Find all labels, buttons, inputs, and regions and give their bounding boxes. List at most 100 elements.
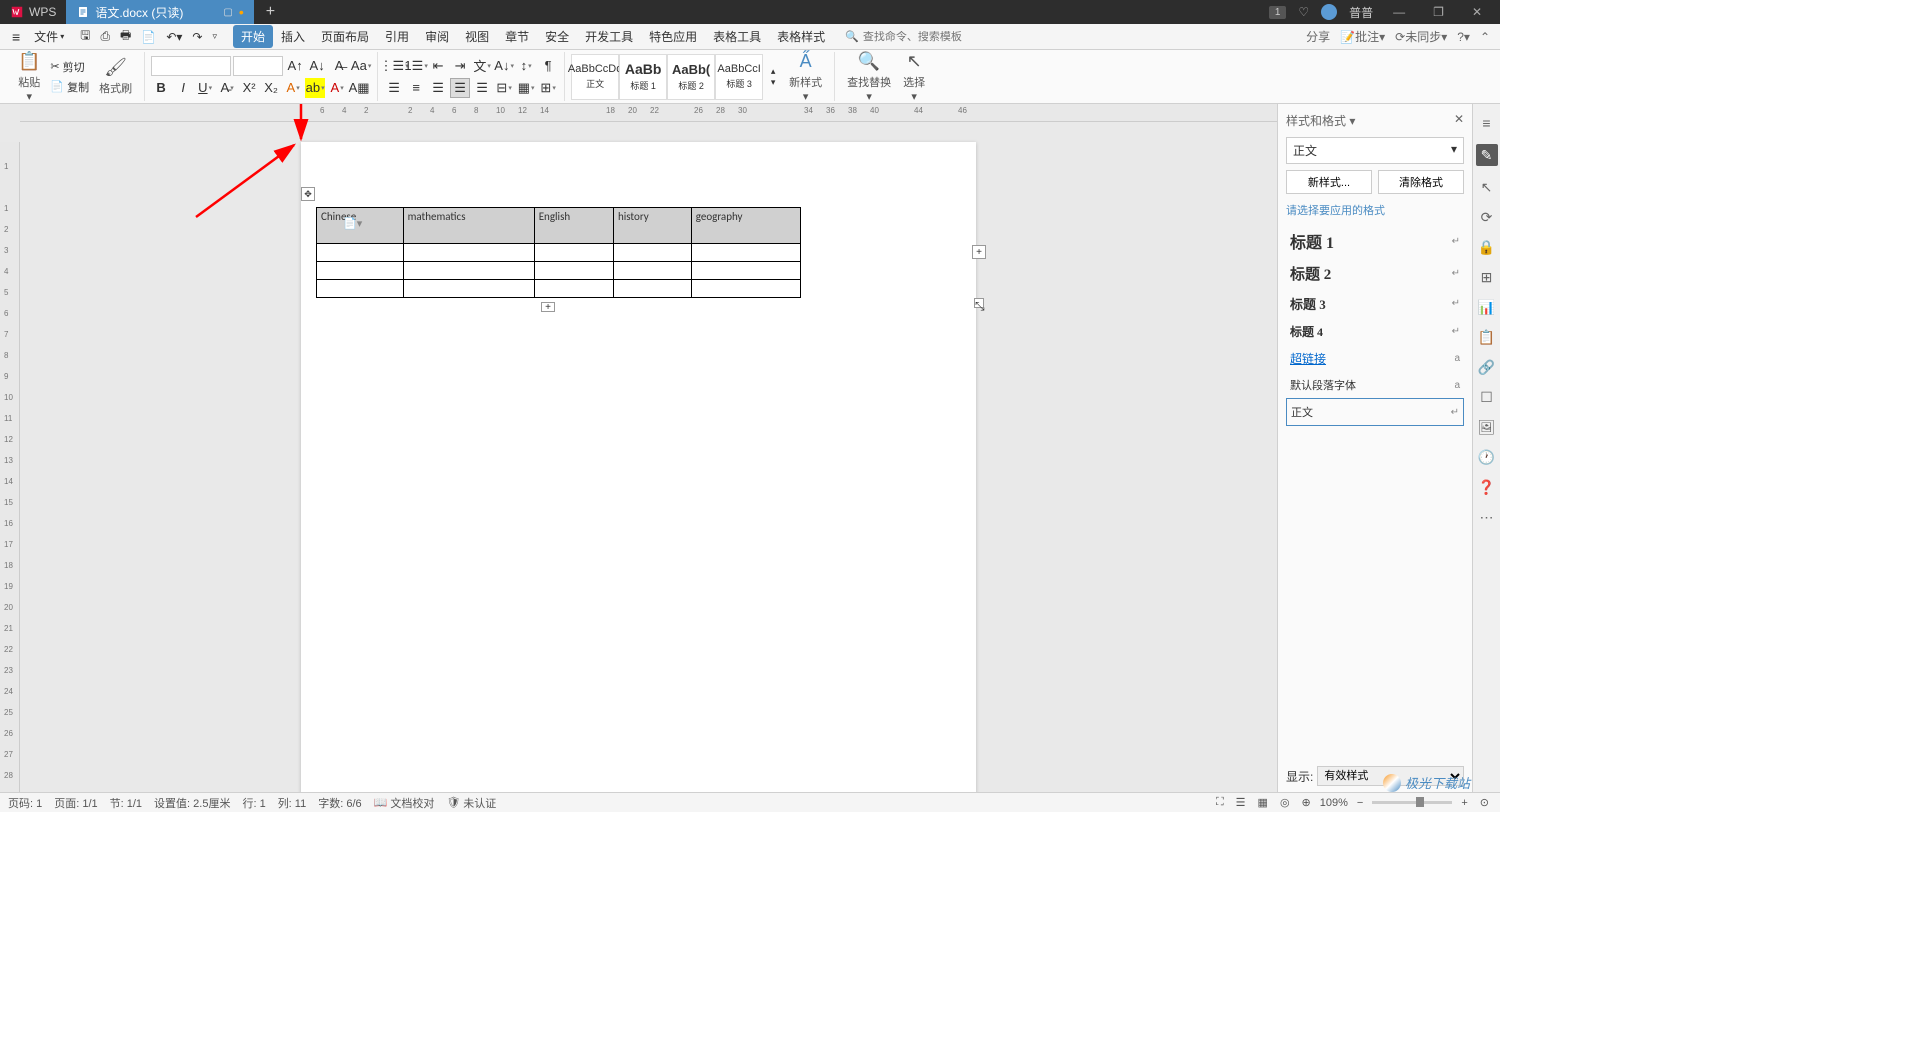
change-case-icon[interactable]: Aa [351,56,371,76]
strip-more-icon[interactable]: ⋯ [1478,508,1496,526]
strip-grid-icon[interactable]: ⊞ [1478,268,1496,286]
style-list-hyperlink[interactable]: 超链接a [1286,345,1464,372]
menu-table-styles[interactable]: 表格样式 [769,25,833,48]
undo-icon[interactable]: ↶▾ [162,24,186,49]
zoom-in-icon[interactable]: + [1458,797,1470,809]
view-read-icon[interactable]: ⊕ [1299,796,1314,809]
align-left-icon[interactable]: ☰ [384,78,404,98]
style-list-h4[interactable]: 标题 4↵ [1286,318,1464,345]
format-painter-button[interactable]: 🖌格式刷 [93,55,138,98]
shrink-font-icon[interactable]: A↓ [307,56,327,76]
new-style-button[interactable]: A̋新样式▾ [783,49,828,105]
increase-indent-icon[interactable]: ⇥ [450,56,470,76]
strikethrough-icon[interactable]: A̵ [217,78,237,98]
strip-lock-icon[interactable]: 🔒 [1478,238,1496,256]
grow-font-icon[interactable]: A↑ [285,56,305,76]
maximize-button[interactable]: ❐ [1425,5,1452,19]
menu-special[interactable]: 特色应用 [641,25,705,48]
file-menu[interactable]: 文件▾ [26,28,72,45]
redo-icon[interactable]: ↷ [188,24,206,49]
asian-layout-icon[interactable]: 文 [472,56,492,76]
strip-page-icon[interactable]: ☐ [1478,388,1496,406]
superscript-icon[interactable]: X² [239,78,259,98]
clear-format-button[interactable]: 清除格式 [1378,170,1464,194]
horizontal-ruler[interactable]: 6422468101214182022262830343638404446 [20,104,1277,122]
strip-cursor-icon[interactable]: ↖ [1478,178,1496,196]
help-icon[interactable]: ?▾ [1457,30,1470,44]
decrease-indent-icon[interactable]: ⇤ [428,56,448,76]
select-button[interactable]: ↖选择▾ [897,49,931,105]
line-spacing-icon[interactable]: ↕ [516,56,536,76]
hamburger-icon[interactable]: ≡ [6,29,26,45]
view-fullscreen-icon[interactable]: ⛶ [1213,796,1227,809]
status-page[interactable]: 页面: 1/1 [54,795,97,811]
menu-references[interactable]: 引用 [377,25,417,48]
table-header-cell[interactable]: history [613,208,691,244]
style-h1[interactable]: AaBb标题 1 [619,54,667,100]
multilevel-icon[interactable]: ⊟ [494,78,514,98]
style-h3[interactable]: AaBbCcI标题 3 [715,54,763,100]
menu-review[interactable]: 审阅 [417,25,457,48]
menu-view[interactable]: 视图 [457,25,497,48]
collapse-ribbon-icon[interactable]: ⌃ [1480,30,1490,44]
status-section[interactable]: 节: 1/1 [110,795,142,811]
sort-icon[interactable]: A↓ [494,56,514,76]
style-h2[interactable]: AaBb(标题 2 [667,54,715,100]
save-icon[interactable]: 🖫 [76,24,94,49]
menu-layout[interactable]: 页面布局 [313,25,377,48]
fill-icon[interactable]: ▦ [516,78,536,98]
show-marks-icon[interactable]: ¶ [538,56,558,76]
menu-table-tools[interactable]: 表格工具 [705,25,769,48]
bold-icon[interactable]: B [151,78,171,98]
share-button[interactable]: 分享 [1306,28,1330,45]
find-replace-button[interactable]: 🔍查找替换▾ [841,49,897,105]
underline-icon[interactable]: U [195,78,215,98]
menu-developer[interactable]: 开发工具 [577,25,641,48]
italic-icon[interactable]: I [173,78,193,98]
new-tab-button[interactable]: + [254,3,287,21]
comment-button[interactable]: 📝批注▾ [1340,28,1385,45]
table-add-column-button[interactable]: + [972,245,986,259]
copy-button[interactable]: 📄复制 [46,78,93,96]
status-page-no[interactable]: 页码: 1 [8,795,42,811]
table-resize-handle[interactable]: ⤡ [974,298,984,308]
highlight-icon[interactable]: ab [305,78,325,98]
strip-link-icon[interactable]: 🔗 [1478,358,1496,376]
document-tab[interactable]: 语文.docx (只读) ▢ • [66,0,253,24]
paragraph-icon[interactable]: 📄▾ [343,217,362,230]
cut-button[interactable]: ✂剪切 [46,58,93,76]
clear-format-icon[interactable]: A̶ [329,56,349,76]
user-avatar[interactable] [1321,4,1337,20]
close-button[interactable]: ✕ [1464,5,1490,19]
distribute-icon[interactable]: ☰ [472,78,492,98]
align-center-icon[interactable]: ≡ [406,78,426,98]
view-web-icon[interactable]: ▦ [1255,796,1271,809]
status-chars[interactable]: 字数: 6/6 [318,795,361,811]
qa-dropdown-icon[interactable]: ▿ [208,24,221,49]
search-input[interactable] [863,31,963,43]
heart-icon[interactable]: ♡ [1298,5,1309,19]
menu-home[interactable]: 开始 [233,25,273,48]
style-body[interactable]: AaBbCcDd正文 [571,54,619,100]
new-style-panel-button[interactable]: 新样式... [1286,170,1372,194]
status-row[interactable]: 行: 1 [242,795,265,811]
print-preview-icon[interactable]: ⎙ [96,24,114,49]
panel-close-icon[interactable]: ✕ [1454,112,1464,129]
numbering-icon[interactable]: 1☰ [406,56,426,76]
current-style-select[interactable]: 正文▾ [1286,137,1464,164]
border-icon[interactable]: ⊞ [538,78,558,98]
status-proof[interactable]: 📖文档校对 [374,795,435,811]
style-more-icon[interactable]: ▴▾ [763,67,783,87]
zoom-slider[interactable] [1372,801,1452,804]
paste-button[interactable]: 📋粘贴▾ [12,49,46,105]
document-container[interactable]: 6422468101214182022262830343638404446 11… [0,104,1277,792]
bullets-icon[interactable]: ⋮☰ [384,56,404,76]
align-right-icon[interactable]: ☰ [428,78,448,98]
table-add-row-button[interactable]: + [541,302,555,312]
font-size-select[interactable] [233,56,283,76]
sync-button[interactable]: ⟳未同步▾ [1395,28,1447,45]
status-col[interactable]: 列: 11 [278,795,307,811]
vertical-ruler[interactable]: 1123456789101112131415161718192021222324… [0,142,20,792]
status-verify[interactable]: 🛡未认证 [446,795,496,811]
menu-section[interactable]: 章节 [497,25,537,48]
